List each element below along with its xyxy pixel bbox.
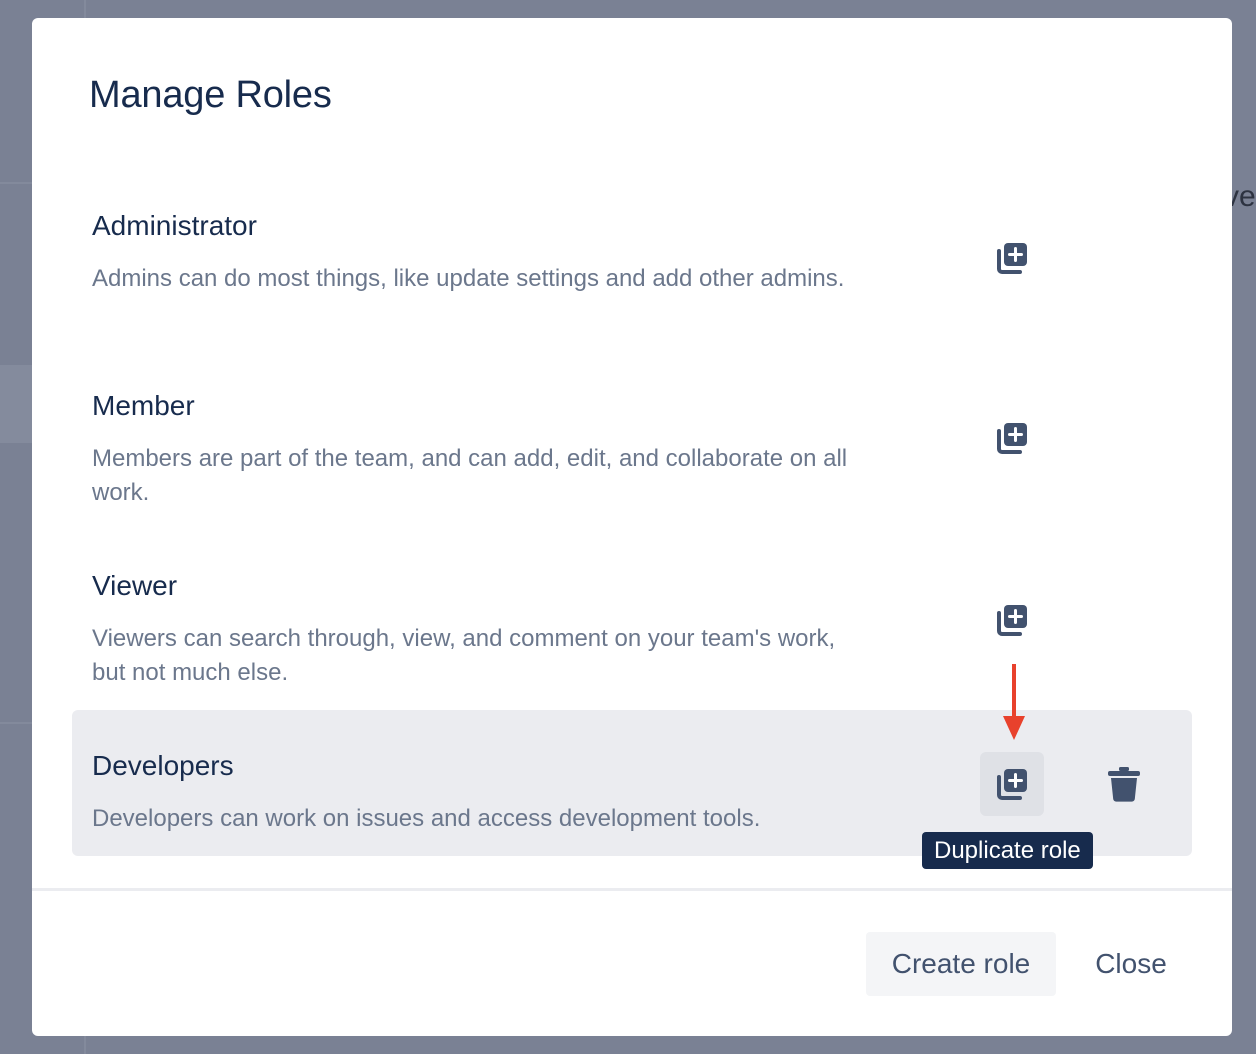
arrow-down-icon — [1002, 664, 1026, 747]
dialog-title: Manage Roles — [89, 74, 332, 116]
role-row-administrator: Administrator Admins can do most things,… — [72, 190, 1192, 340]
create-role-button[interactable]: Create role — [866, 932, 1056, 996]
role-name: Viewer — [92, 570, 178, 601]
duplicate-icon — [995, 603, 1029, 637]
role-description: Developers can work on issues and access… — [92, 805, 761, 832]
role-row-member: Member Members are part of the team, and… — [72, 370, 1192, 520]
trash-icon — [1107, 766, 1141, 802]
role-name: Administrator — [92, 210, 257, 241]
role-description: Admins can do most things, like update s… — [92, 265, 845, 292]
duplicate-icon — [995, 767, 1029, 801]
role-name: Developers — [92, 750, 234, 781]
role-description: Members are part of the team, and can ad… — [92, 445, 848, 506]
duplicate-role-button[interactable] — [980, 226, 1044, 290]
manage-roles-dialog: Manage Roles Administrator Admins can do… — [32, 18, 1232, 1036]
duplicate-role-button[interactable] — [980, 752, 1044, 816]
duplicate-icon — [995, 241, 1029, 275]
delete-role-button[interactable] — [1092, 752, 1156, 816]
close-button[interactable]: Close — [1076, 932, 1186, 996]
role-description: Viewers can search through, view, and co… — [92, 625, 836, 686]
footer-divider — [32, 888, 1232, 891]
duplicate-role-button[interactable] — [980, 406, 1044, 470]
role-name: Member — [92, 390, 195, 421]
duplicate-role-tooltip: Duplicate role — [922, 832, 1093, 869]
duplicate-icon — [995, 421, 1029, 455]
duplicate-role-button[interactable] — [980, 588, 1044, 652]
